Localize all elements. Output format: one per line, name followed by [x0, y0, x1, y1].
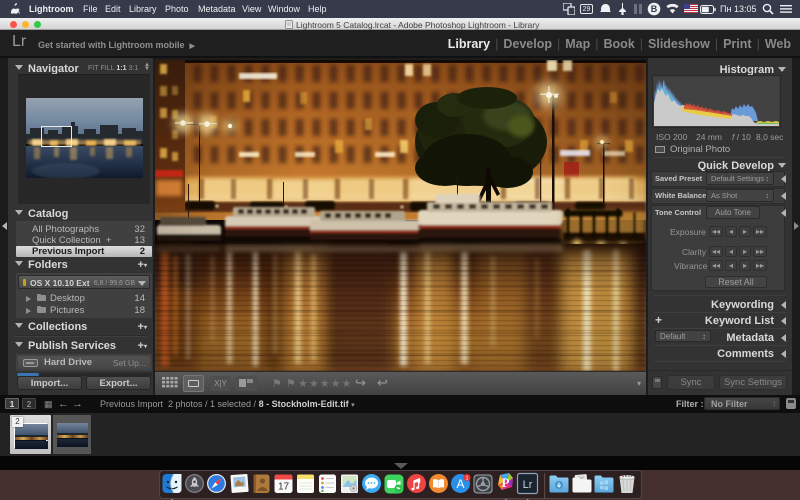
svg-text:17: 17: [278, 482, 290, 493]
svg-text:B: B: [651, 4, 658, 14]
svg-text:P: P: [502, 475, 510, 490]
svg-text:1: 1: [465, 476, 468, 482]
svg-text:Lr: Lr: [523, 479, 533, 491]
svg-text:A: A: [456, 477, 464, 491]
